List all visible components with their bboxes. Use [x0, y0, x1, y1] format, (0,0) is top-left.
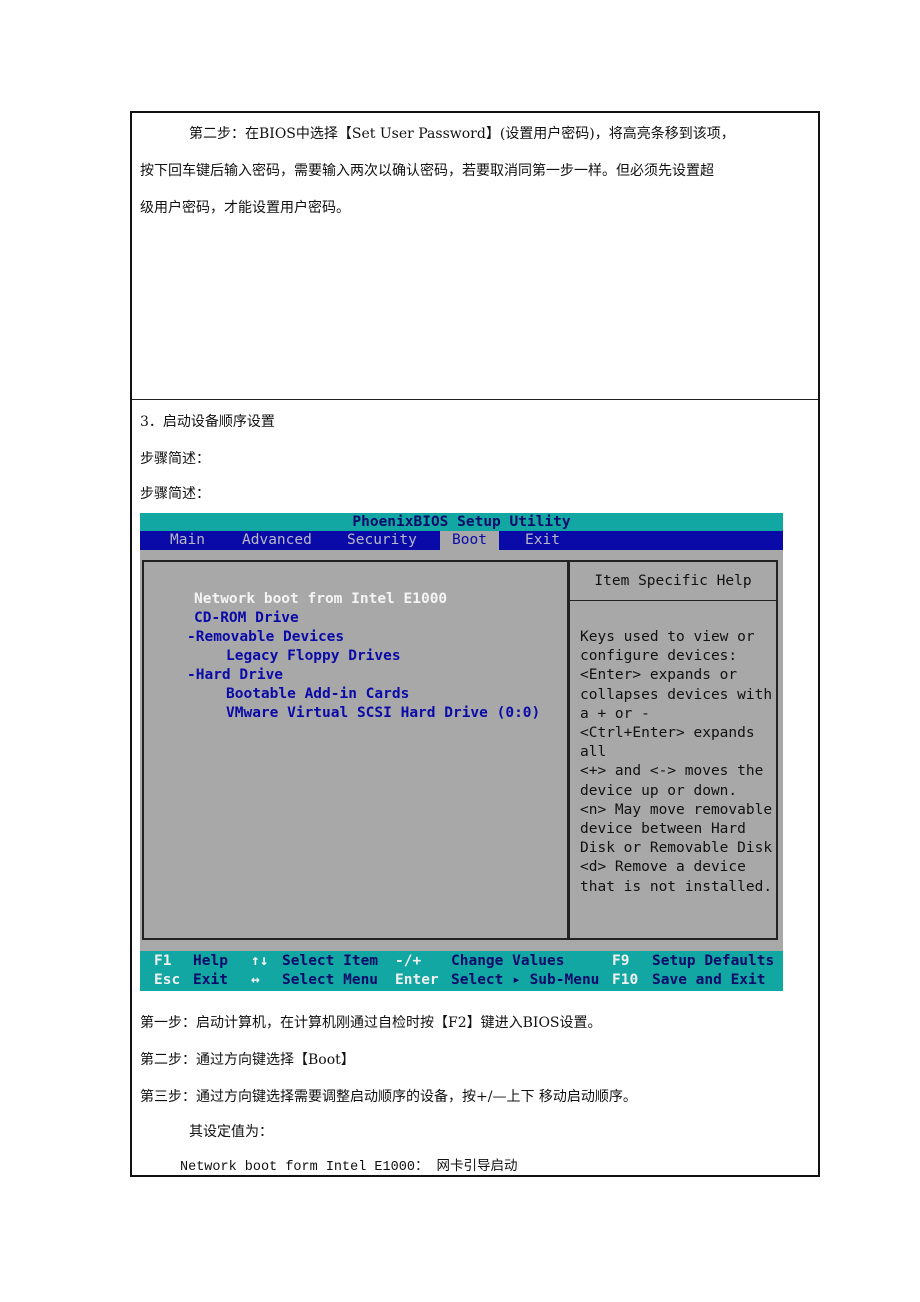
boot-order-section: 3．启动设备顺序设置 步骤简述： 步骤简述： PhoenixBIOS Setup… [132, 400, 818, 1175]
boot-item-vmware-scsi[interactable]: VMware Virtual SCSI Hard Drive (0:0) [226, 704, 540, 723]
help-line: that is not installed. [580, 878, 773, 895]
bios-title-bar: PhoenixBIOS Setup Utility [140, 513, 783, 531]
steps-summary-label: 步骤简述： [140, 451, 210, 467]
key-left-right: ↔ [251, 972, 260, 988]
bios-menu-bar: Main Advanced Security Boot Exit [140, 531, 783, 550]
password-paragraph-line-3: 级用户密码，才能设置用户密码。 [140, 200, 350, 216]
settings-label: 其设定值为： [189, 1124, 273, 1140]
key-enter-desc: Select ▸ Sub-Menu [451, 972, 600, 988]
help-line: Disk or Removable Disk [580, 840, 773, 857]
document-table: 第二步：在BIOS中选择【Set User Password】(设置用户密码)，… [130, 111, 820, 1177]
setting-network-boot: Network boot form Intel E1000： 网卡引导启动 [180, 1160, 518, 1175]
bios-tab-security[interactable]: Security [346, 531, 418, 550]
boot-item-addin-cards[interactable]: Bootable Add-in Cards [226, 685, 409, 704]
help-line: <Enter> expands or [580, 667, 738, 684]
key-esc: Esc [154, 972, 181, 988]
steps-summary-label-repeat: 步骤简述： [140, 486, 210, 502]
boot-item-cdrom[interactable]: CD-ROM Drive [194, 609, 299, 628]
help-line: <Ctrl+Enter> expands [580, 725, 755, 741]
key-minus-plus-desc: Change Values [451, 953, 565, 969]
key-f10: F10 [612, 972, 639, 988]
boot-device-list: Network boot from Intel E1000 CD-ROM Dri… [142, 560, 568, 940]
boot-item-hard-drive[interactable]: -Hard Drive [187, 666, 283, 685]
item-help-panel: Item Specific Help Keys used to view or c… [568, 560, 778, 940]
bios-key-legend: F1 Help ↑↓ Select Item -/+ Change Values… [140, 951, 783, 991]
help-line: <n> May move removable [580, 801, 773, 818]
key-enter: Enter [395, 972, 439, 988]
help-line: configure devices: [580, 648, 738, 665]
key-left-right-desc: Select Menu [282, 972, 379, 988]
bios-tab-main[interactable]: Main [169, 531, 206, 550]
help-line: <+> and <-> moves the [580, 763, 764, 780]
bios-screenshot: PhoenixBIOS Setup Utility Main Advanced … [140, 513, 783, 991]
help-line: a + or - [580, 705, 650, 722]
bios-tab-exit[interactable]: Exit [524, 531, 561, 550]
password-section: 第二步：在BIOS中选择【Set User Password】(设置用户密码)，… [132, 113, 818, 400]
boot-item-network[interactable]: Network boot from Intel E1000 [194, 590, 447, 609]
password-paragraph-line-1: 第二步：在BIOS中选择【Set User Password】(设置用户密码)，… [189, 126, 735, 142]
key-f1-desc: Help [193, 953, 228, 969]
key-esc-desc: Exit [193, 972, 228, 988]
bios-tab-advanced[interactable]: Advanced [241, 531, 313, 550]
key-up-down-desc: Select Item [282, 953, 379, 969]
help-line: Keys used to view or [580, 629, 755, 645]
key-f10-desc: Save and Exit [652, 972, 766, 988]
key-f1: F1 [154, 953, 172, 969]
bios-tab-boot[interactable]: Boot [440, 531, 499, 550]
help-line: <d> Remove a device [580, 859, 746, 876]
section-heading: 3．启动设备顺序设置 [140, 414, 275, 430]
password-paragraph-line-2: 按下回车键后输入密码，需要输入两次以确认密码，若要取消同第一步一样。但必须先设置… [140, 163, 714, 179]
step-1: 第一步：启动计算机，在计算机刚通过自检时按【F2】键进入BIOS设置。 [140, 1015, 602, 1031]
key-minus-plus: -/+ [395, 953, 422, 969]
help-line: device up or down. [580, 782, 738, 799]
key-f9-desc: Setup Defaults [652, 953, 775, 969]
step-3: 第三步：通过方向键选择需要调整启动顺序的设备，按+/—上下 移动启动顺序。 [140, 1089, 637, 1105]
step-2: 第二步：通过方向键选择【Boot】 [140, 1052, 355, 1068]
boot-item-legacy-floppy[interactable]: Legacy Floppy Drives [226, 647, 401, 666]
help-line: all [580, 744, 607, 761]
boot-item-removable-devices[interactable]: -Removable Devices [187, 628, 344, 647]
help-line: collapses devices with [580, 686, 773, 703]
help-line: device between Hard [580, 821, 746, 837]
help-title: Item Specific Help [570, 562, 776, 601]
key-up-down: ↑↓ [251, 953, 269, 969]
key-f9: F9 [612, 953, 630, 969]
